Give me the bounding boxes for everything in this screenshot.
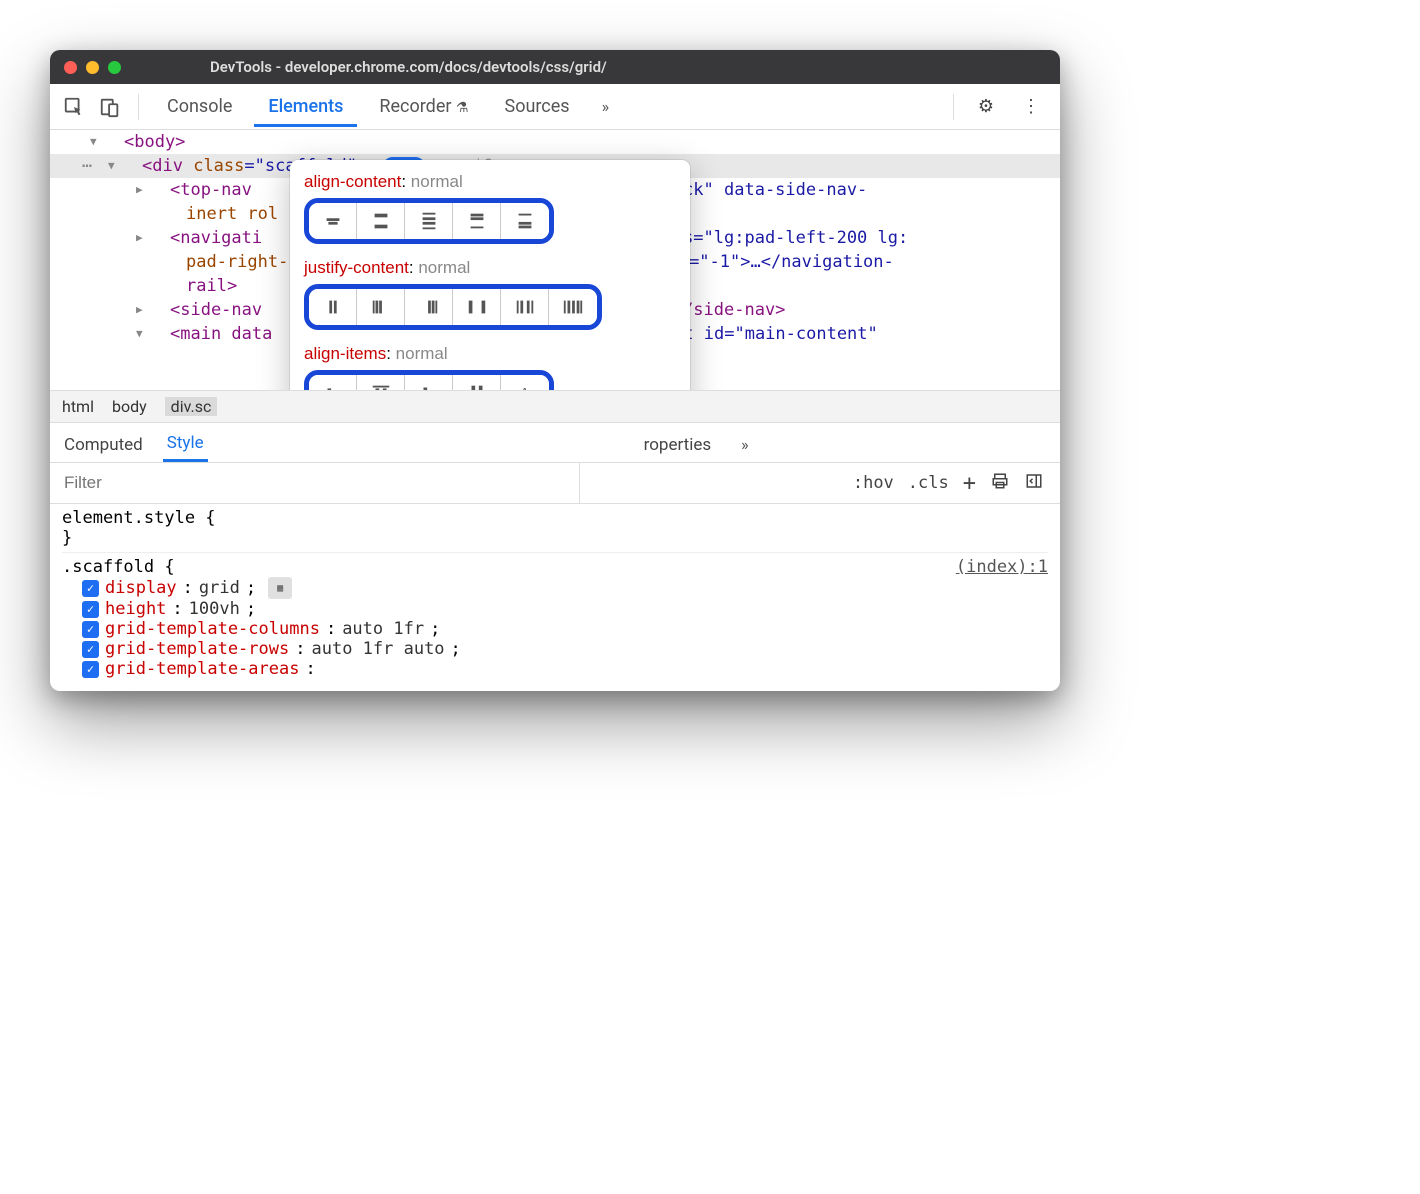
tab-sources[interactable]: Sources <box>491 86 584 127</box>
justify-content-center-icon[interactable] <box>309 289 357 325</box>
rule-selector[interactable]: .scaffold { <box>62 557 175 577</box>
print-icon[interactable] <box>990 472 1010 495</box>
checkbox-icon[interactable]: ✓ <box>82 601 99 618</box>
crumb-body[interactable]: body <box>112 397 147 416</box>
flask-icon: ⚗ <box>456 100 469 116</box>
justify-content-space-around-icon[interactable] <box>501 289 549 325</box>
tab-elements[interactable]: Elements <box>254 86 357 127</box>
styles-filter-input[interactable] <box>50 463 580 503</box>
justify-content-start-icon[interactable] <box>357 289 405 325</box>
justify-content-options <box>304 284 602 330</box>
align-content-space-around-icon[interactable] <box>405 203 453 239</box>
dom-body-tag[interactable]: <body> <box>124 132 185 152</box>
css-property[interactable]: ✓ grid-template-columns: auto 1fr; <box>62 619 1048 639</box>
new-style-rule-icon[interactable]: + <box>963 471 976 496</box>
rule-source-link[interactable]: (index):1 <box>956 557 1048 577</box>
checkbox-icon[interactable]: ✓ <box>82 580 99 597</box>
justify-content-space-between-icon[interactable] <box>453 289 501 325</box>
crumb-html[interactable]: html <box>62 397 94 416</box>
tab-computed[interactable]: Computed <box>60 429 147 461</box>
tab-recorder[interactable]: Recorder ⚗ <box>365 86 482 127</box>
hov-toggle[interactable]: :hov <box>853 473 894 493</box>
inspect-icon[interactable] <box>60 93 88 121</box>
device-toggle-icon[interactable] <box>96 93 124 121</box>
align-content-options <box>304 198 554 244</box>
align-content-start-icon[interactable] <box>453 203 501 239</box>
align-content-row: align-content: normal <box>304 172 676 244</box>
align-items-center-icon[interactable] <box>309 375 357 390</box>
css-property[interactable]: ✓ height: 100vh; <box>62 599 1048 619</box>
breadcrumbs: html body div.sc <box>50 390 1060 423</box>
css-property[interactable]: ✓ grid-template-rows: auto 1fr auto; <box>62 639 1048 659</box>
align-content-center-icon[interactable] <box>309 203 357 239</box>
titlebar: DevTools - developer.chrome.com/docs/dev… <box>50 50 1060 84</box>
checkbox-icon[interactable]: ✓ <box>82 641 99 658</box>
window-title: DevTools - developer.chrome.com/docs/dev… <box>210 58 607 76</box>
align-items-end-icon[interactable] <box>405 375 453 390</box>
align-items-start-icon[interactable] <box>357 375 405 390</box>
align-items-baseline-icon[interactable]: A <box>501 375 549 390</box>
checkbox-icon[interactable]: ✓ <box>82 621 99 638</box>
svg-text:A: A <box>520 386 531 390</box>
grid-editor-icon[interactable]: ▦ <box>268 577 292 599</box>
divider <box>138 94 139 120</box>
styles-subtabs: Computed Style roperties » <box>50 423 1060 463</box>
divider <box>953 94 954 120</box>
css-property[interactable]: ✓ display: grid; ▦ <box>62 577 1048 599</box>
styles-pane: element.style { } .scaffold { (index):1 … <box>50 504 1060 691</box>
minimize-icon[interactable] <box>86 61 99 74</box>
tab-properties[interactable]: roperties <box>640 429 716 461</box>
tab-styles[interactable]: Style <box>163 427 208 462</box>
align-items-stretch-icon[interactable] <box>453 375 501 390</box>
align-items-row: align-items: normal A <box>304 344 676 390</box>
grid-editor-popover: align-content: normal justify-content: n… <box>290 160 690 390</box>
more-subtabs-icon[interactable]: » <box>731 435 759 454</box>
styles-filter-row: :hov .cls + <box>50 463 1060 504</box>
align-content-space-between-icon[interactable] <box>357 203 405 239</box>
justify-content-end-icon[interactable] <box>405 289 453 325</box>
close-icon[interactable] <box>64 61 77 74</box>
css-property[interactable]: ✓ grid-template-areas: <box>62 659 1048 679</box>
tab-console[interactable]: Console <box>153 86 246 127</box>
justify-content-space-evenly-icon[interactable] <box>549 289 597 325</box>
cls-toggle[interactable]: .cls <box>908 473 949 493</box>
kebab-menu-icon[interactable]: ⋮ <box>1012 96 1050 117</box>
toggle-sidebar-icon[interactable] <box>1024 472 1044 495</box>
more-tabs-icon[interactable]: » <box>592 97 620 116</box>
element-style-rule[interactable]: element.style { <box>62 508 1048 528</box>
settings-icon[interactable]: ⚙ <box>968 96 1004 117</box>
checkbox-icon[interactable]: ✓ <box>82 661 99 678</box>
align-items-options: A <box>304 370 554 390</box>
dom-tree[interactable]: <body> ⋯ <div class="scaffold"> grid == … <box>50 130 1060 390</box>
maximize-icon[interactable] <box>108 61 121 74</box>
justify-content-row: justify-content: normal <box>304 258 676 330</box>
devtools-window: DevTools - developer.chrome.com/docs/dev… <box>50 50 1060 691</box>
main-toolbar: Console Elements Recorder ⚗ Sources » ⚙ … <box>50 84 1060 130</box>
align-content-end-icon[interactable] <box>501 203 549 239</box>
crumb-div-scaffold[interactable]: div.sc <box>165 397 218 416</box>
